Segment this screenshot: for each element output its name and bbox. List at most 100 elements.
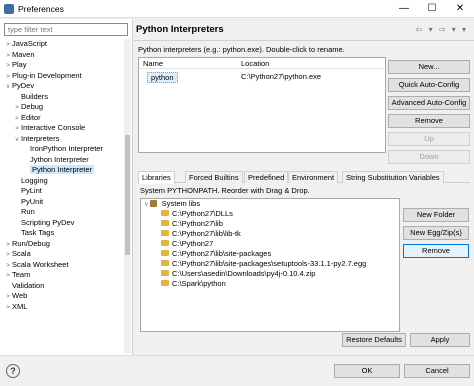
tree-item-label: Web [12, 291, 28, 300]
system-libs-root[interactable]: v System libs [141, 199, 399, 209]
remove-library-button[interactable]: Remove [403, 244, 469, 258]
preferences-sidebar: type filter text > JavaScript > Maven > Play >… [0, 19, 133, 355]
list-item[interactable]: C:\Python27\DLLs [141, 209, 399, 219]
help-icon[interactable]: ? [6, 364, 20, 378]
tree-item[interactable]: Run [0, 207, 124, 218]
cancel-button[interactable]: Cancel [404, 364, 470, 378]
dialog-footer: ? OK Cancel [0, 355, 474, 386]
chevron-right-icon[interactable]: > [4, 303, 12, 314]
ok-button[interactable]: OK [334, 364, 400, 378]
tree-item-label: Editor [21, 112, 41, 122]
tree-item[interactable]: Validation [0, 281, 124, 292]
new-interpreter-button[interactable]: New... [388, 60, 470, 74]
tree-item[interactable]: > Plug-in Development [0, 71, 124, 82]
up-button[interactable]: Up [388, 132, 470, 146]
tree-item-label: Run/Debug [12, 238, 50, 248]
tree-item[interactable]: > Play [0, 60, 124, 71]
remove-interpreter-button[interactable]: Remove [388, 114, 470, 128]
tree-item[interactable]: PyUnit [0, 197, 124, 208]
folder-icon [161, 250, 169, 257]
tree-item-label: PyDev [12, 81, 35, 90]
tree-item[interactable]: Python Interpreter [0, 165, 124, 176]
column-header-name[interactable]: Name [143, 59, 163, 68]
quick-auto-config-button[interactable]: Quick Auto-Config [388, 78, 470, 92]
tree-item[interactable]: > Web [0, 291, 124, 302]
tab-forced-builtins[interactable]: Forced Builtins [185, 171, 243, 183]
syspath-label: System PYTHONPATH. Reorder with Drag & D… [140, 186, 310, 195]
maximize-button[interactable]: ☐ [418, 0, 446, 18]
title-bar: Preferences — ☐ ✕ [0, 0, 474, 18]
folder-icon [161, 220, 169, 227]
app-icon [4, 4, 14, 14]
preference-page: Python Interpreters ⇦ ▾ ⇨ ▾ ▾ Python int… [134, 19, 474, 355]
advanced-auto-config-button[interactable]: Advanced Auto-Config [388, 96, 470, 110]
tree-item-label: PyUnit [21, 196, 44, 206]
interpreter-tabs: Libraries Forced Builtins Predefined Env… [138, 171, 470, 184]
tree-item-label: Team [12, 270, 31, 279]
new-egg-zip-button[interactable]: New Egg/Zip(s) [403, 226, 469, 240]
tree-item[interactable]: > Editor [0, 113, 124, 124]
chevron-down-icon[interactable]: v [145, 202, 150, 208]
tree-item-label: IronPython Interpreter [30, 144, 103, 153]
tree-item[interactable]: > Scala [0, 249, 124, 260]
tree-item-label: Builders [21, 91, 49, 101]
filter-input[interactable]: type filter text [4, 23, 128, 36]
apply-button[interactable]: Apply [410, 333, 470, 347]
tree-item[interactable]: Task Tags [0, 228, 124, 239]
list-item[interactable]: C:\Python27\lib\site-packages [141, 249, 399, 259]
interpreter-name[interactable]: python [147, 72, 178, 83]
tree-item[interactable]: IronPython Interpreter [0, 144, 124, 155]
tree-item-label: Run [21, 207, 35, 216]
library-path: C:\Python27\lib [172, 219, 223, 228]
folder-icon [161, 260, 169, 267]
list-item[interactable]: C:\Python27\lib\lib-tk [141, 229, 399, 239]
system-libs-tree: v System libs C:\Python27\DLLs C:\Python2… [140, 198, 400, 332]
tree-item[interactable]: > Maven [0, 50, 124, 61]
minimize-button[interactable]: — [390, 0, 418, 18]
close-button[interactable]: ✕ [446, 0, 474, 18]
tree-item[interactable]: > Scala Worksheet [0, 260, 124, 271]
tree-item-label: Scripting PyDev [21, 217, 75, 227]
list-item[interactable]: C:\Python27\lib [141, 219, 399, 229]
scrollbar-thumb[interactable] [125, 135, 130, 255]
list-item[interactable]: C:\Python27\lib\site-packages\setuptools… [141, 259, 399, 269]
tree-item[interactable]: v Interpreters [0, 134, 124, 145]
tree-item-label: Logging [21, 175, 48, 185]
tab-predefined[interactable]: Predefined [244, 171, 289, 183]
tree-item[interactable]: Scripting PyDev [0, 218, 124, 229]
nav-arrows-icon[interactable]: ⇦ ▾ ⇨ ▾ ▾ [416, 25, 468, 34]
list-item[interactable]: C:\Spark\python [141, 279, 399, 289]
column-header-location[interactable]: Location [241, 59, 269, 68]
new-folder-button[interactable]: New Folder [403, 208, 469, 222]
tree-item[interactable]: > Team [0, 270, 124, 281]
tree-item[interactable]: Builders [0, 92, 124, 103]
tree-item[interactable]: > Debug [0, 102, 124, 113]
tree-item[interactable]: > XML [0, 302, 124, 313]
tree-item-label: Debug [21, 102, 44, 111]
down-button[interactable]: Down [388, 150, 470, 164]
tree-item-label: Validation [12, 280, 45, 290]
page-description: Python interpreters (e.g.: python.exe). … [138, 45, 345, 54]
tab-string-substitution[interactable]: String Substitution Variables [342, 171, 444, 183]
tree-item-label: Interactive Console [21, 123, 86, 132]
list-item[interactable]: C:\Users\asedin\Downloads\py4j-0.10.4.zi… [141, 269, 399, 279]
tree-item[interactable]: Logging [0, 176, 124, 187]
tree-item-label: XML [12, 301, 28, 311]
list-item[interactable]: C:\Python27 [141, 239, 399, 249]
divider [134, 40, 474, 41]
page-title: Python Interpreters [136, 24, 224, 35]
folder-icon [161, 240, 169, 247]
tab-environment[interactable]: Environment [288, 171, 339, 183]
tree-item-label: Task Tags [21, 228, 55, 237]
table-row[interactable]: python C:\Python27\python.exe [139, 71, 385, 83]
tree-item[interactable]: v PyDev [0, 81, 124, 92]
sidebar-scrollbar[interactable] [124, 39, 131, 353]
tree-item[interactable]: PyLint [0, 186, 124, 197]
tree-item[interactable]: Jython Interpreter [0, 155, 124, 166]
tree-item[interactable]: > JavaScript [0, 39, 124, 50]
table-header: Name Location [139, 58, 385, 69]
tree-item[interactable]: > Run/Debug [0, 239, 124, 250]
tree-item[interactable]: > Interactive Console [0, 123, 124, 134]
folder-icon [161, 210, 169, 217]
restore-defaults-button[interactable]: Restore Defaults [342, 333, 406, 347]
